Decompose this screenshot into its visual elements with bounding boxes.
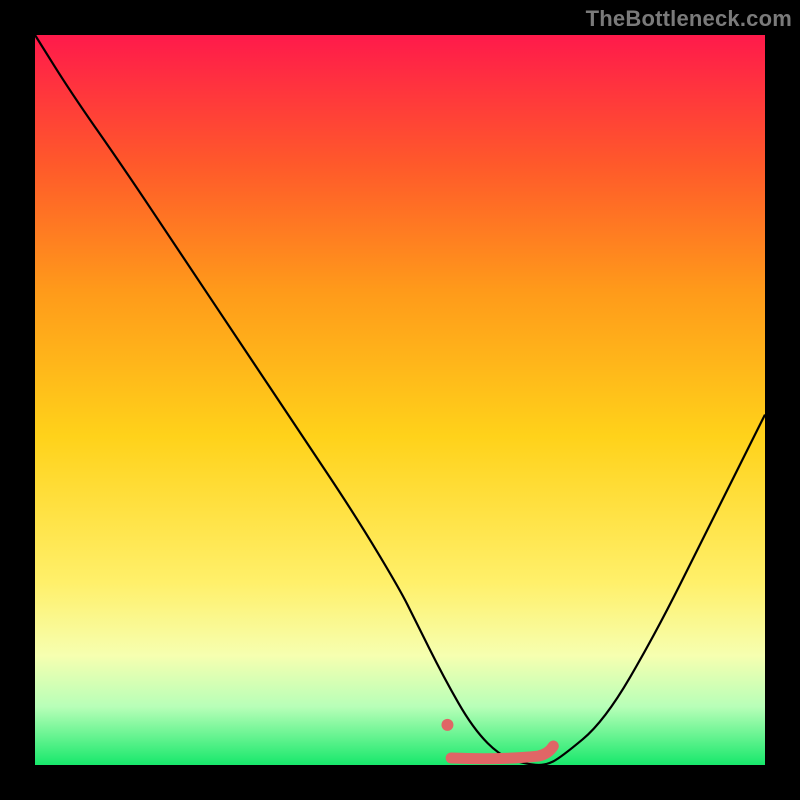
watermark-text: TheBottleneck.com bbox=[586, 6, 792, 32]
bottleneck-curve bbox=[35, 35, 765, 765]
optimal-point-marker bbox=[441, 719, 453, 731]
curve-layer bbox=[35, 35, 765, 765]
chart-frame: TheBottleneck.com bbox=[0, 0, 800, 800]
optimal-range-band bbox=[451, 746, 553, 759]
